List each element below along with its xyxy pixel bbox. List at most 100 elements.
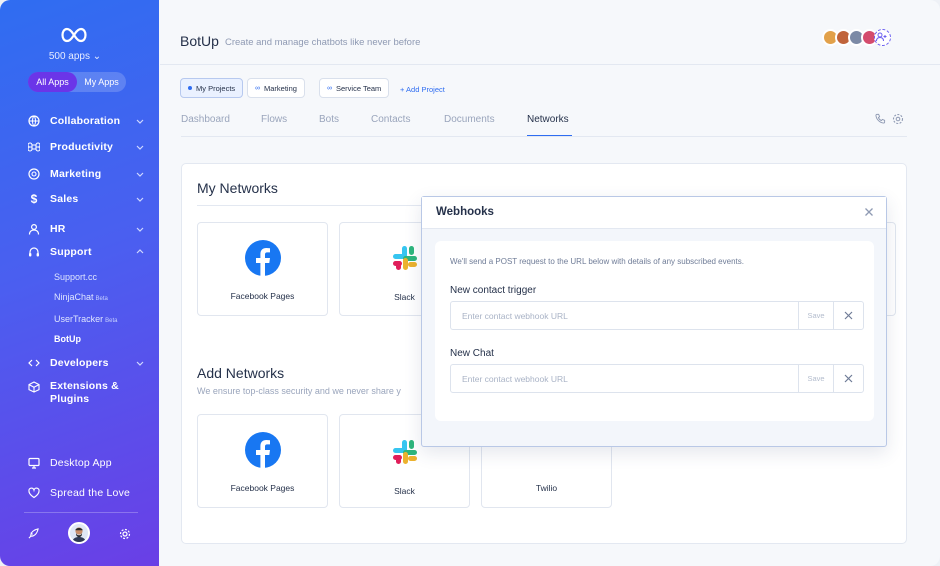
person-icon bbox=[28, 223, 40, 235]
header-divider bbox=[160, 64, 940, 65]
settings-gear-icon[interactable] bbox=[892, 113, 904, 125]
apps-count-dropdown[interactable]: 500 apps ⌄ bbox=[0, 51, 150, 62]
tabs-divider bbox=[181, 136, 907, 137]
chevron-up-icon bbox=[136, 249, 144, 254]
sidebar-subitem-label: BotUp bbox=[54, 334, 81, 344]
team-avatars[interactable] bbox=[822, 29, 891, 47]
spread-love-link[interactable]: Spread the Love bbox=[28, 485, 144, 501]
section-divider bbox=[197, 205, 422, 206]
sidebar-item-hr[interactable]: HR bbox=[28, 221, 144, 237]
close-icon[interactable] bbox=[864, 207, 874, 217]
user-avatar-image bbox=[70, 524, 88, 542]
modal-title: Webhooks bbox=[436, 206, 494, 218]
chevron-down-icon bbox=[136, 197, 144, 202]
contact-trigger-url-input[interactable]: Enter contact webhook URL bbox=[451, 302, 798, 329]
tab-flows[interactable]: Flows bbox=[261, 114, 287, 125]
sidebar-item-label: Developers bbox=[50, 357, 109, 369]
sidebar-item-extensions[interactable]: Extensions & Plugins bbox=[28, 380, 144, 406]
command-icon bbox=[28, 141, 40, 153]
slack-icon bbox=[392, 440, 417, 464]
my-apps-toggle[interactable]: My Apps bbox=[77, 72, 126, 92]
add-member-icon[interactable] bbox=[874, 29, 891, 46]
headset-icon bbox=[28, 246, 40, 258]
beta-badge: Beta bbox=[95, 296, 108, 302]
sidebar-subitem-label: UserTracker bbox=[54, 314, 104, 324]
selected-dot-icon bbox=[188, 86, 192, 90]
close-icon bbox=[844, 374, 853, 383]
slack-icon bbox=[392, 246, 417, 270]
apps-count-label: 500 apps bbox=[48, 51, 90, 62]
globe-icon bbox=[28, 115, 40, 127]
chevron-down-icon bbox=[136, 172, 144, 177]
webhooks-form: We'll send a POST request to the URL bel… bbox=[435, 241, 874, 421]
infinity-logo-icon[interactable] bbox=[59, 26, 89, 44]
project-chip-label: Service Team bbox=[336, 83, 382, 93]
cube-icon bbox=[28, 381, 40, 393]
project-chip-label: My Projects bbox=[196, 83, 236, 93]
project-chip-service-team[interactable]: ∞ Service Team bbox=[319, 78, 390, 98]
my-networks-title: My Networks bbox=[197, 180, 278, 196]
network-card-label: Facebook Pages bbox=[230, 291, 295, 301]
sidebar-item-label: Sales bbox=[50, 193, 79, 205]
gear-icon[interactable] bbox=[119, 528, 131, 540]
project-chip-marketing[interactable]: ∞ Marketing bbox=[247, 78, 305, 98]
sidebar-subitem-ninjachat[interactable]: NinjaChat Beta bbox=[54, 292, 108, 302]
chevron-down-icon bbox=[136, 361, 144, 366]
network-card-label: Twilio bbox=[535, 483, 558, 493]
chevron-down-icon: ⌄ bbox=[92, 51, 102, 62]
sidebar-item-label: Collaboration bbox=[50, 115, 121, 127]
all-apps-toggle[interactable]: All Apps bbox=[28, 72, 77, 92]
sidebar-item-support[interactable]: Support bbox=[28, 244, 144, 260]
sidebar-item-developers[interactable]: Developers bbox=[28, 355, 144, 371]
save-button[interactable]: Save bbox=[798, 365, 833, 392]
network-card-label: Slack bbox=[394, 486, 415, 496]
field-label: New Chat bbox=[450, 348, 494, 359]
desktop-app-label: Desktop App bbox=[50, 457, 112, 469]
heart-icon bbox=[28, 487, 40, 499]
field-label: New contact trigger bbox=[450, 285, 537, 296]
tab-bots[interactable]: Bots bbox=[319, 114, 339, 125]
add-networks-subtitle: We ensure top-class security and we neve… bbox=[197, 386, 401, 396]
new-chat-url-input[interactable]: Enter contact webhook URL bbox=[451, 365, 798, 392]
code-icon bbox=[28, 357, 40, 369]
link-icon: ∞ bbox=[327, 84, 332, 92]
page-subtitle: Create and manage chatbots like never be… bbox=[225, 37, 421, 48]
clear-button[interactable] bbox=[833, 365, 863, 392]
tab-documents[interactable]: Documents bbox=[444, 114, 495, 125]
divider bbox=[24, 512, 138, 513]
sidebar-item-collaboration[interactable]: Collaboration bbox=[28, 113, 144, 129]
tab-networks[interactable]: Networks bbox=[527, 114, 569, 125]
desktop-app-link[interactable]: Desktop App bbox=[28, 455, 144, 471]
tab-dashboard[interactable]: Dashboard bbox=[181, 114, 230, 125]
user-avatar[interactable] bbox=[68, 522, 90, 544]
phone-icon[interactable] bbox=[875, 113, 886, 124]
rocket-icon[interactable] bbox=[28, 528, 39, 539]
modal-header: Webhooks bbox=[422, 197, 886, 229]
sidebar-item-label: Marketing bbox=[50, 168, 102, 180]
tab-contacts[interactable]: Contacts bbox=[371, 114, 410, 125]
sidebar-subitem-label: NinjaChat bbox=[54, 292, 94, 302]
add-network-card-facebook[interactable]: Facebook Pages bbox=[197, 414, 328, 508]
facebook-icon bbox=[244, 432, 281, 468]
network-card-facebook[interactable]: Facebook Pages bbox=[197, 222, 328, 316]
save-button[interactable]: Save bbox=[798, 302, 833, 329]
beta-badge: Beta bbox=[105, 318, 118, 324]
dollar-icon: $ bbox=[30, 192, 38, 206]
sidebar-subitem-support-cc[interactable]: Support.cc bbox=[54, 272, 97, 282]
new-chat-field: Enter contact webhook URL Save bbox=[450, 364, 864, 393]
chevron-down-icon bbox=[136, 119, 144, 124]
contact-trigger-field: Enter contact webhook URL Save bbox=[450, 301, 864, 330]
add-project-link[interactable]: + Add Project bbox=[400, 85, 445, 94]
clear-button[interactable] bbox=[833, 302, 863, 329]
webhooks-info-text: We'll send a POST request to the URL bel… bbox=[450, 257, 744, 266]
sidebar-item-productivity[interactable]: Productivity bbox=[28, 139, 144, 155]
link-icon: ∞ bbox=[255, 84, 260, 92]
sidebar-item-label: HR bbox=[50, 223, 66, 235]
sidebar-item-marketing[interactable]: Marketing bbox=[28, 166, 144, 182]
sidebar-item-label: Extensions & Plugins bbox=[50, 380, 119, 405]
project-chip-my-projects[interactable]: My Projects bbox=[180, 78, 244, 98]
sidebar-subitem-botup[interactable]: BotUp bbox=[54, 334, 81, 344]
sidebar-item-sales[interactable]: $ Sales bbox=[28, 191, 144, 207]
spread-love-label: Spread the Love bbox=[50, 487, 131, 499]
sidebar-subitem-usertracker[interactable]: UserTracker Beta bbox=[54, 314, 118, 324]
